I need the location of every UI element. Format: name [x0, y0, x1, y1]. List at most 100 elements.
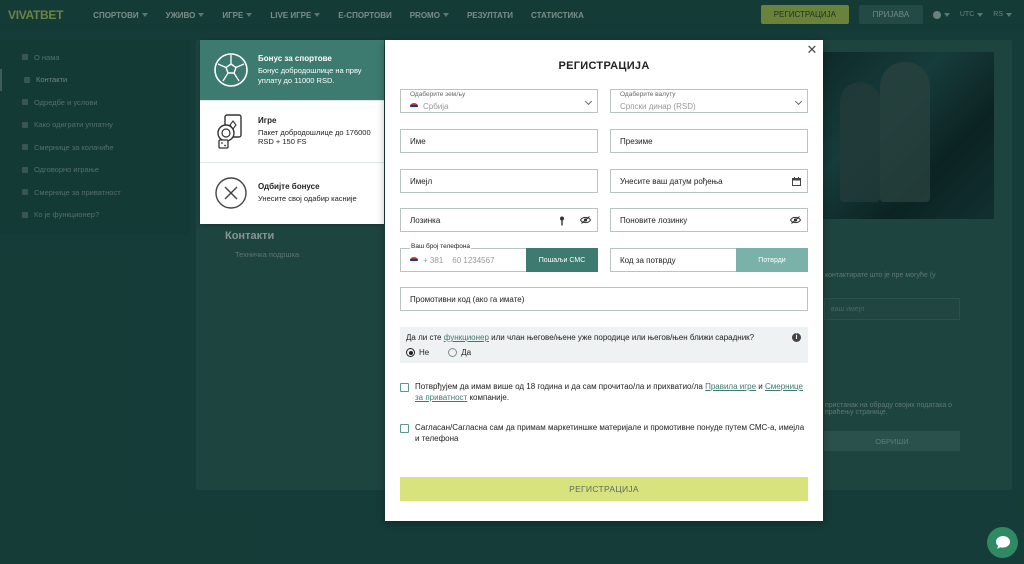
- bonus-description: Пакет добродошлице до 176000 RSD + 150 F…: [258, 127, 371, 147]
- soccer-ball-icon: [212, 51, 250, 89]
- answer-no-label: Не: [419, 348, 430, 357]
- background-clear-button[interactable]: ОБРИШИ: [824, 431, 960, 451]
- person-icon: [22, 211, 28, 218]
- header-login-button[interactable]: ПРИЈАВА: [858, 5, 923, 24]
- background-text: контактирате што је пре могуће (у: [825, 272, 936, 279]
- vivatbet-logo[interactable]: VIVATBET: [8, 8, 63, 22]
- nav-results[interactable]: РЕЗУЛТАТИ: [467, 11, 513, 20]
- nav-label: Е-СПОРТОВИ: [338, 10, 392, 20]
- hero-figure: [880, 62, 930, 202]
- terms-text-part: Потврђујем да имам више од 18 година и д…: [415, 382, 706, 391]
- info-sidebar: О нама Контакти Одредбе и услови Како од…: [0, 40, 190, 235]
- email-input[interactable]: Имејл: [400, 169, 598, 193]
- sidebar-item-label: Како одиграти уплатну: [34, 120, 113, 130]
- bonus-option-games[interactable]: Игре Пакет добродошлице до 176000 RSD + …: [200, 101, 384, 163]
- nav-live-games[interactable]: LIVE ИГРЕ: [270, 10, 321, 20]
- answer-yes-radio[interactable]: Да: [448, 348, 471, 357]
- phone-value: + 381 60 1234567: [410, 256, 495, 265]
- terms-checkbox[interactable]: [400, 383, 409, 392]
- nav-label: УЖИВО: [165, 10, 196, 20]
- nav-label: СТАТИСТИКА: [531, 10, 584, 20]
- bonus-selection-panel: Бонус за спортове Бонус добродошлице на …: [200, 40, 384, 224]
- answer-no-radio[interactable]: Не: [406, 348, 429, 357]
- settings-menu[interactable]: [932, 10, 950, 19]
- bonus-option-decline[interactable]: Одбијте бонусе Унесите свој одабир касни…: [200, 163, 384, 224]
- send-sms-button[interactable]: Пошаљи СМС: [526, 248, 598, 272]
- bonus-title: Игре: [258, 115, 277, 125]
- sidebar-item-privacy[interactable]: Смернице за приватност: [0, 181, 190, 204]
- calendar-icon[interactable]: [792, 177, 801, 188]
- terms-text: Потврђујем да имам више од 18 година и д…: [415, 382, 808, 404]
- timezone-select[interactable]: UTC: [960, 11, 984, 18]
- question-text: Да ли сте: [406, 333, 444, 342]
- sidebar-item-how-to-bet[interactable]: Како одиграти уплатну: [0, 114, 190, 137]
- sidebar-item-contacts[interactable]: Контакти: [0, 68, 190, 91]
- nav-label: СПОРТОВИ: [93, 10, 139, 20]
- background-email-input[interactable]: ваш имејл: [824, 298, 960, 320]
- nav-live[interactable]: УЖИВО: [166, 11, 205, 20]
- bonus-description: Унесите свој одабир касније: [258, 194, 357, 204]
- country-label: Одаберите земљу: [410, 91, 466, 98]
- radio-selected-icon: [406, 348, 415, 357]
- phone-input[interactable]: Ваш број телефона + 381 60 1234567: [400, 243, 527, 272]
- info-icon[interactable]: i: [792, 333, 801, 342]
- phone-placeholder: 60 1234567: [452, 255, 495, 265]
- contacts-subheading: Техничка подршка: [235, 250, 300, 259]
- language-select[interactable]: RS: [993, 11, 1012, 18]
- close-icon[interactable]: ✕: [806, 43, 818, 56]
- official-answer-group: Не Да: [406, 348, 471, 357]
- shield-icon: [22, 166, 28, 173]
- sidebar-item-official[interactable]: Ко је функционер?: [0, 204, 190, 227]
- currency-select[interactable]: Одаберите валуту Српски динар (RSD): [610, 89, 808, 113]
- promo-code-input[interactable]: Промотивни код (ако га имате): [400, 287, 808, 311]
- country-value: Србија: [410, 102, 449, 111]
- terms-consent-row: Потврђујем да имам више од 18 година и д…: [400, 382, 808, 404]
- bonus-option-text: Игре Пакет добродошлице до 176000 RSD + …: [258, 116, 384, 148]
- sidebar-item-about[interactable]: О нама: [0, 46, 190, 69]
- nav-sports[interactable]: СПОРТОВИ: [93, 10, 148, 20]
- confirmation-code-input[interactable]: Код за потврду: [610, 248, 737, 272]
- key-icon: [559, 216, 565, 228]
- nav-statistics[interactable]: СТАТИСТИКА: [531, 11, 584, 20]
- nav-label: LIVE ИГРЕ: [270, 10, 312, 20]
- chevron-down-icon: [442, 13, 449, 17]
- password-input[interactable]: Лозинка: [400, 208, 598, 232]
- header-register-button[interactable]: РЕГИСТРАЦИЈА: [760, 5, 849, 24]
- chevron-down-icon: [977, 12, 984, 17]
- official-link[interactable]: функционер: [444, 333, 489, 342]
- last-name-input[interactable]: Презиме: [610, 129, 808, 153]
- eye-slash-icon[interactable]: [579, 216, 592, 226]
- nav-esports[interactable]: Е-СПОРТОВИ: [338, 11, 391, 20]
- sidebar-item-cookies[interactable]: Смернице за колачиће: [0, 136, 190, 159]
- phone-label: Ваш број телефона: [410, 243, 472, 250]
- first-name-input[interactable]: Име: [400, 129, 598, 153]
- bonus-option-sports[interactable]: Бонус за спортове Бонус добродошлице на …: [200, 40, 384, 102]
- nav-games[interactable]: ИГРЕ: [222, 11, 253, 20]
- confirm-code-button[interactable]: Потврди: [736, 248, 808, 272]
- sidebar-item-label: Одговорно играње: [34, 165, 99, 175]
- country-select[interactable]: Одаберите земљу Србија: [400, 89, 598, 113]
- birthdate-placeholder: Унесите ваш датум рођења: [620, 176, 723, 186]
- modal-title: РЕГИСТРАЦИЈА: [558, 60, 650, 72]
- sidebar-item-responsible-gaming[interactable]: Одговорно играње: [0, 159, 190, 182]
- chevron-down-icon: [314, 13, 321, 17]
- phone-country-code: + 381: [423, 255, 444, 265]
- register-submit-button[interactable]: РЕГИСТРАЦИЈА: [400, 477, 808, 501]
- nav-promo[interactable]: PROMO: [410, 11, 449, 20]
- chevron-down-icon: [943, 12, 950, 17]
- password-repeat-input[interactable]: Поновите лозинку: [610, 208, 808, 232]
- birthdate-input[interactable]: Унесите ваш датум рођења: [610, 169, 808, 193]
- chevron-down-icon: [584, 97, 593, 106]
- hero-image: [800, 52, 994, 219]
- sidebar-item-label: О нама: [34, 52, 60, 62]
- chat-button[interactable]: [987, 527, 1018, 558]
- answer-yes-label: Да: [461, 348, 472, 357]
- eye-slash-icon[interactable]: [789, 216, 802, 226]
- chevron-down-icon: [198, 13, 205, 17]
- sidebar-item-label: Контакти: [36, 75, 68, 85]
- game-rules-link[interactable]: Правила игре: [705, 382, 756, 391]
- sidebar-item-terms[interactable]: Одредбе и услови: [0, 91, 190, 114]
- header-actions: РЕГИСТРАЦИЈА ПРИЈАВА UTC RS: [760, 5, 1012, 24]
- bonus-option-text: Одбијте бонусе Унесите свој одабир касни…: [258, 182, 357, 204]
- marketing-checkbox[interactable]: [400, 424, 409, 433]
